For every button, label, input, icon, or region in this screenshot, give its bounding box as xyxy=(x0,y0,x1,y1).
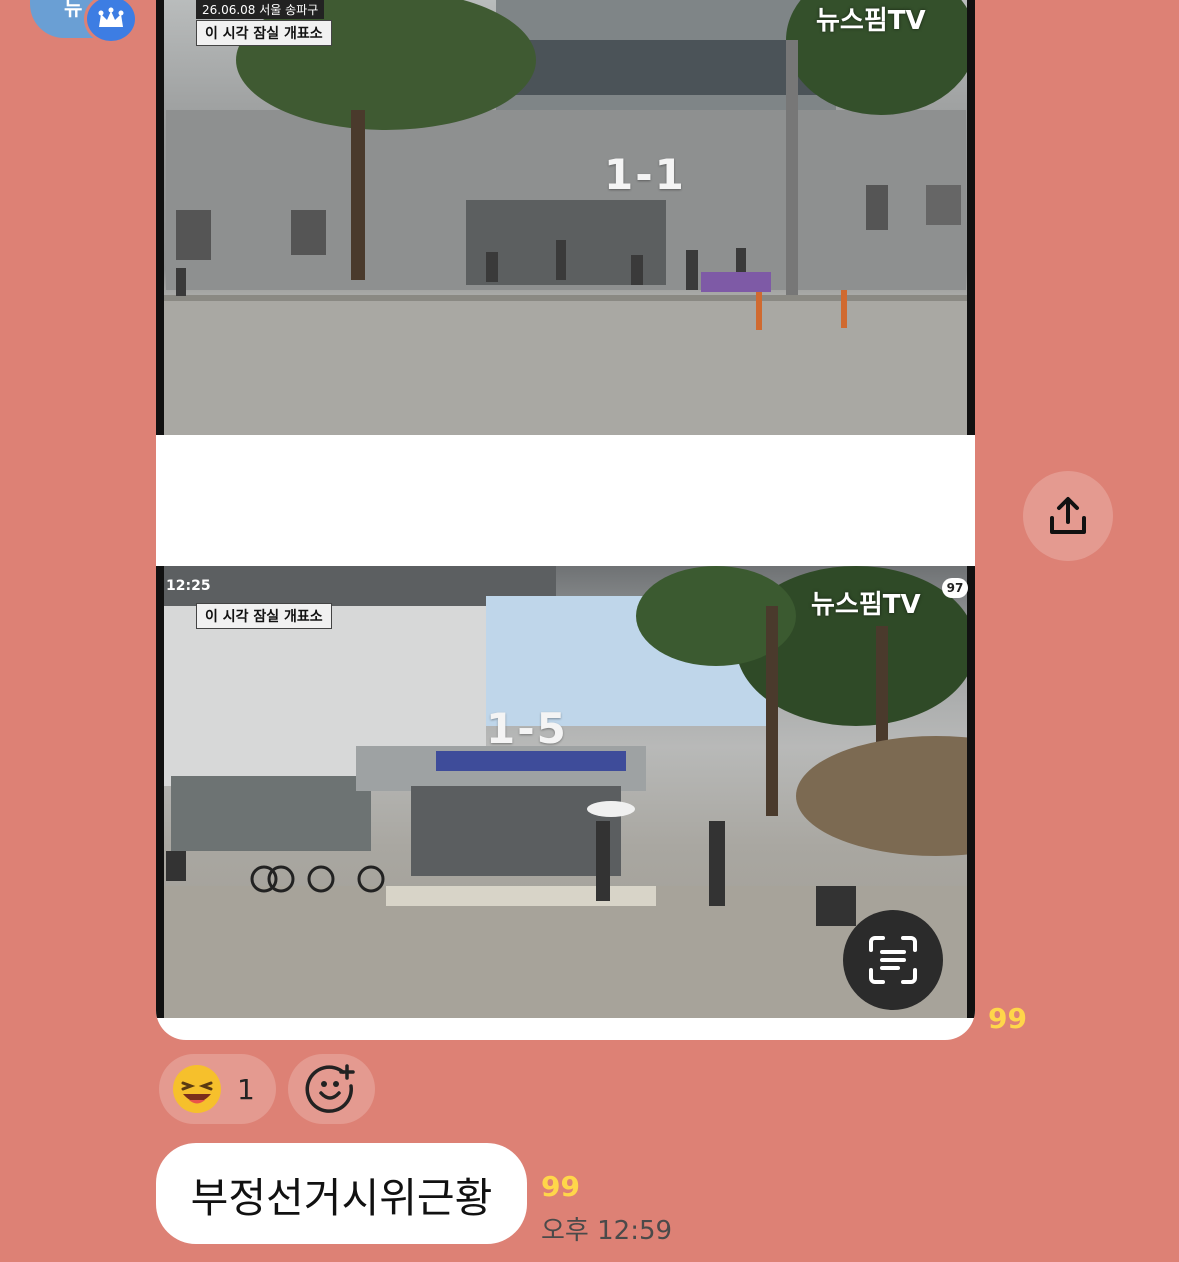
message-time: 오후 12:59 xyxy=(541,1216,673,1246)
crown-icon xyxy=(84,0,138,44)
text-unread-count: 99 xyxy=(541,1170,580,1203)
text-scan-icon xyxy=(869,936,917,984)
photo-border-left xyxy=(156,566,164,1018)
brand-logo: 뉴스핌TV xyxy=(816,6,926,36)
building-sign: 1-1 xyxy=(604,150,686,199)
photo-border-left xyxy=(156,0,164,435)
photo-title-caption: 이 시각 잠실 개표소 xyxy=(196,603,332,629)
image-message[interactable]: 26.06.08 서울 송파구 이 시각 잠실 개표소 뉴스핌TV 1-1 12… xyxy=(156,0,975,1040)
text-scan-button[interactable] xyxy=(843,910,943,1010)
share-button[interactable] xyxy=(1023,471,1113,561)
reaction-laugh[interactable]: 1 xyxy=(159,1054,276,1124)
photo-border-right xyxy=(967,566,975,1018)
building-sign: 1-5 xyxy=(486,704,568,753)
photo-date-caption: 26.06.08 서울 송파구 xyxy=(196,0,325,19)
photo-top[interactable]: 26.06.08 서울 송파구 이 시각 잠실 개표소 뉴스핌TV 1-1 xyxy=(156,0,975,435)
photo-title-caption: 이 시각 잠실 개표소 xyxy=(196,20,332,46)
brand-logo: 뉴스핌TV xyxy=(811,590,921,620)
laughing-emoji-icon xyxy=(173,1065,221,1113)
text-message-bubble[interactable]: 부정선거시위근황 xyxy=(156,1143,527,1244)
video-time-overlay: 12:25 xyxy=(166,578,211,594)
add-emoji-icon xyxy=(304,1064,355,1113)
viewer-badge: 97 xyxy=(942,578,968,598)
image-unread-count: 99 xyxy=(988,1002,1027,1035)
photo-top-scene xyxy=(156,0,975,435)
share-icon xyxy=(1050,497,1086,534)
add-reaction-button[interactable] xyxy=(288,1054,375,1124)
avatar-text: 뉴 xyxy=(64,0,83,20)
reaction-count: 1 xyxy=(237,1072,255,1106)
photo-border-right xyxy=(967,0,975,435)
